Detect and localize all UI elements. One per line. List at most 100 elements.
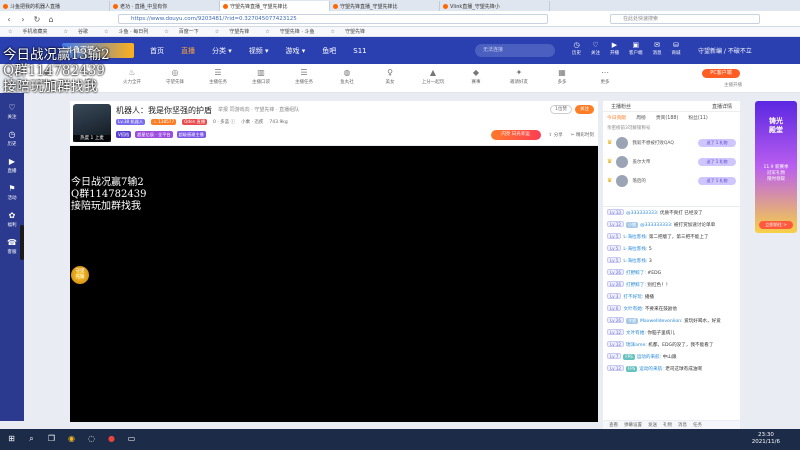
bookmark-item[interactable]: ☆ 手机收藏夹 bbox=[8, 28, 56, 36]
browser-search-input[interactable]: 在此处快速搜索 bbox=[610, 14, 760, 24]
category-item[interactable]: ▲ 上分一起玩 bbox=[419, 68, 447, 85]
bookmark-item[interactable]: ☆ 守望先锋 · 斗鱼 bbox=[265, 28, 322, 36]
browser-tab[interactable]: 守望先锋直播_守望先锋比 bbox=[220, 1, 330, 11]
chat-nickname[interactable]: L·海拉客栈: bbox=[623, 235, 647, 240]
bookmark-item[interactable]: ☆ 百度一下 bbox=[164, 28, 207, 36]
pc-client-button[interactable]: PC客户端 bbox=[702, 69, 740, 78]
category-item[interactable]: ⋯ 更多 bbox=[591, 68, 619, 85]
video-player[interactable] bbox=[70, 146, 598, 422]
chat-nickname[interactable]: 文叶有她: bbox=[626, 331, 646, 336]
header-tool-4[interactable]: ✉ 消息 bbox=[653, 41, 662, 56]
share-button[interactable]: ⇪ 分享 bbox=[549, 132, 563, 138]
browser-tab[interactable]: 老功 · 直播_中显有你 bbox=[110, 1, 220, 11]
chat-nickname[interactable]: L·海拉客栈: bbox=[623, 247, 647, 252]
sidebar-item[interactable]: ⚑ 活动 bbox=[0, 184, 24, 201]
chat-nickname[interactable]: L·海拉客栈: bbox=[623, 259, 647, 264]
windows-start-icon[interactable]: ⊞ bbox=[6, 434, 17, 445]
bookmark-item[interactable]: ☆ 守望先锋 bbox=[215, 28, 258, 36]
rank-tab[interactable]: 周榜 bbox=[636, 114, 646, 121]
browser-tab[interactable]: 守望先锋直播_守望先锋比 bbox=[330, 1, 440, 11]
sidebar-item[interactable]: ♡ 关注 bbox=[0, 103, 24, 120]
task-view-icon[interactable]: ❐ bbox=[46, 434, 57, 445]
category-item[interactable]: ◆ 赛事 bbox=[462, 68, 490, 85]
refresh-icon[interactable]: ↻ bbox=[32, 14, 42, 24]
chat-list[interactable]: Lv 13 @333333333: 优质不爽打 已经没了 Lv 12 小猪 @33333… bbox=[603, 207, 740, 420]
rank-row[interactable]: ♛ 落后的 送了 1 礼物 bbox=[603, 171, 740, 190]
ad-cta-button[interactable]: 立即前往 > bbox=[759, 221, 793, 229]
browser-tab[interactable]: Vlink直播_守望先锋小 bbox=[440, 1, 550, 11]
nav-item[interactable]: 游戏 ▾ bbox=[286, 46, 306, 56]
follow-button[interactable]: 关注 bbox=[575, 105, 594, 114]
back-icon[interactable]: ‹ bbox=[4, 14, 14, 24]
bookmark-item[interactable]: ☆ 守望先锋 bbox=[331, 28, 374, 36]
rank-tab[interactable]: 今日贡献 bbox=[607, 114, 626, 121]
nav-item[interactable]: 视频 ▾ bbox=[249, 46, 269, 56]
category-item[interactable]: ☰ 主播任务 bbox=[290, 68, 318, 85]
url-bar[interactable]: https://www.douyu.com/9203481/?rid=0.327… bbox=[118, 14, 548, 24]
side-ad-banner[interactable]: 铸光 殿堂 11.9 新赛季 冠军礼物 限时领取 立即前往 > bbox=[755, 101, 797, 233]
category-item[interactable]: ✦ 邀请好友 bbox=[505, 68, 533, 85]
nav-item[interactable]: 鱼吧 bbox=[322, 46, 336, 56]
nav-item[interactable]: 直播 bbox=[181, 46, 195, 56]
chat-nickname[interactable]: Maxwelldevonlion: bbox=[640, 319, 683, 324]
nav-item[interactable]: S11 bbox=[353, 47, 366, 55]
folder-icon[interactable]: ▭ bbox=[126, 434, 137, 445]
sidebar-collapse-handle[interactable] bbox=[20, 225, 24, 260]
chrome-icon[interactable]: ◉ bbox=[66, 434, 77, 445]
chat-footer-item[interactable]: 任务 bbox=[693, 422, 702, 428]
chat-footer-item[interactable]: 弹幕设置 bbox=[624, 422, 642, 428]
likes-button[interactable]: 1位赞 bbox=[550, 105, 572, 114]
header-search-input[interactable]: 无法连接 bbox=[475, 44, 555, 57]
browser-tab[interactable]: 斗鱼把我的机器人直播 bbox=[0, 1, 110, 11]
header-tool-1[interactable]: ♡ 关注 bbox=[591, 41, 600, 56]
bookmark-item[interactable]: ☆ 斗鱼 · 每日列 bbox=[104, 28, 156, 36]
sidebar-item[interactable]: ▶ 直播 bbox=[0, 157, 24, 174]
chat-nickname[interactable]: @333333333: bbox=[640, 223, 672, 228]
chat-nickname[interactable]: 打野鲸了: bbox=[626, 271, 646, 276]
douyu-app-icon[interactable]: ● bbox=[106, 434, 117, 445]
category-item[interactable]: ◍ 鱼丸社 bbox=[333, 68, 361, 85]
fans-tab[interactable]: 主播粉丝 bbox=[611, 103, 631, 110]
forward-icon[interactable]: › bbox=[18, 14, 28, 24]
room-badge[interactable]: 超级感谢主播 bbox=[176, 131, 206, 138]
chat-nickname[interactable]: 运动的来航: bbox=[637, 355, 662, 360]
chat-footer-item[interactable]: 消息 bbox=[678, 422, 687, 428]
category-item[interactable]: ◎ 守望先锋 bbox=[161, 68, 189, 85]
chat-nickname[interactable]: 打野鲸了: bbox=[626, 283, 646, 288]
chat-footer-item[interactable]: 发送 bbox=[648, 422, 657, 428]
chat-footer-item[interactable]: 查看 bbox=[609, 422, 618, 428]
nav-item[interactable]: 首页 bbox=[150, 46, 164, 56]
header-tool-0[interactable]: ◷ 历史 bbox=[572, 41, 581, 56]
sidebar-item[interactable]: ◷ 历史 bbox=[0, 130, 24, 147]
bookmark-item[interactable]: ☆ 谷歌 bbox=[64, 28, 97, 36]
rank-row[interactable]: ♛ 盖尔大帝 送了 1 礼物 bbox=[603, 152, 740, 171]
highlight-button[interactable]: ✂ 精彩时刻 bbox=[571, 132, 594, 138]
user-name[interactable]: 守望新编 / 不破不立 bbox=[698, 46, 752, 55]
nav-item[interactable]: 分类 ▾ bbox=[212, 46, 232, 56]
chat-footer-item[interactable]: 礼物 bbox=[663, 422, 672, 428]
category-item[interactable]: ▥ 主播口袋 bbox=[247, 68, 275, 85]
header-tool-2[interactable]: ▶ 开播 bbox=[610, 41, 619, 56]
category-item[interactable]: ♀ 美女 bbox=[376, 68, 404, 85]
home-icon[interactable]: ⌂ bbox=[46, 14, 56, 24]
category-item[interactable]: ▦ 多多 bbox=[548, 68, 576, 85]
rank-tab[interactable]: 粉丝(11) bbox=[688, 114, 707, 121]
chat-nickname[interactable]: 运动的来航: bbox=[639, 367, 664, 372]
chat-nickname[interactable]: 文叶有她: bbox=[623, 307, 643, 312]
rank-tab[interactable]: 贵宾(188) bbox=[656, 114, 679, 121]
app-icon[interactable]: ◌ bbox=[86, 434, 97, 445]
category-item[interactable]: ♨ 火力全开 bbox=[118, 68, 146, 85]
category-item[interactable]: ☰ 主播任务 bbox=[204, 68, 232, 85]
chat-nickname[interactable]: @333333333: bbox=[626, 211, 658, 216]
rank-row[interactable]: ♛ 我就不想被打败QAQ 送了 1 礼物 bbox=[603, 133, 740, 152]
room-badge[interactable]: 超星亿辰 · 全平台 bbox=[135, 131, 173, 138]
search-icon[interactable]: ⌕ bbox=[26, 434, 37, 445]
room-badge[interactable]: V搭档 bbox=[116, 131, 132, 138]
chat-nickname[interactable]: 瑞泽ame: bbox=[626, 343, 647, 348]
anchor-avatar[interactable]: 热度 1 上麦 bbox=[73, 104, 111, 142]
chat-nickname[interactable]: 打不好玩: bbox=[623, 295, 643, 300]
wake-button[interactable]: 闪亮 日光幸运 bbox=[490, 130, 541, 140]
header-tool-3[interactable]: ▣ 客户端 bbox=[629, 41, 643, 56]
live-detail-tab[interactable]: 直播详情 bbox=[712, 103, 732, 110]
header-tool-5[interactable]: ⛁ 商城 bbox=[672, 41, 681, 56]
